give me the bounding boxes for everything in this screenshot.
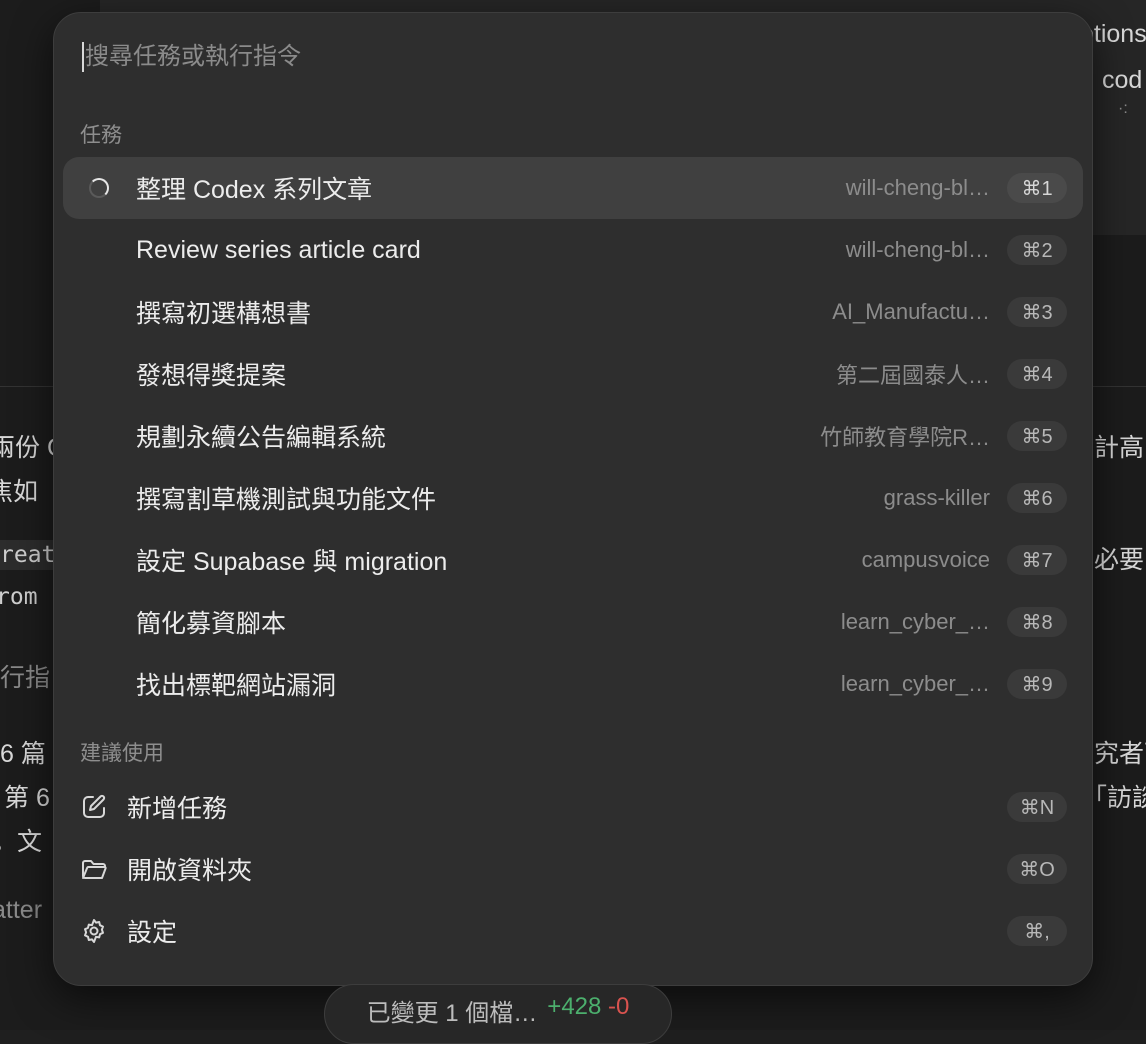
edit-icon: [80, 793, 108, 821]
shortcut-badge: ⌘4: [1007, 359, 1067, 389]
task-row[interactable]: 撰寫初選構想書 AI_Manufactu… ⌘3: [63, 281, 1083, 343]
suggestion-title: 新增任務: [127, 789, 227, 825]
shortcut-badge: ⌘9: [1007, 669, 1067, 699]
task-project: campusvoice: [862, 547, 990, 573]
shortcut-badge: ⌘3: [1007, 297, 1067, 327]
task-title: 規劃永續公告編輯系統: [136, 418, 386, 454]
task-title: 發想得獎提案: [136, 356, 286, 392]
task-project: 竹師教育學院R…: [820, 420, 990, 452]
task-row[interactable]: 規劃永續公告編輯系統 竹師教育學院R… ⌘5: [63, 405, 1083, 467]
search-input[interactable]: [85, 43, 1064, 71]
command-palette: 任務 整理 Codex 系列文章 will-cheng-bl… ⌘1 Revie…: [53, 12, 1093, 986]
task-project: grass-killer: [884, 485, 990, 511]
background-text: cod: [1102, 66, 1142, 95]
deletions-count: -0: [608, 993, 629, 1020]
task-title: 設定 Supabase 與 migration: [136, 542, 447, 578]
shortcut-badge: ⌘6: [1007, 483, 1067, 513]
shortcut-badge: ⌘2: [1007, 235, 1067, 265]
task-title: 撰寫初選構想書: [136, 294, 311, 330]
task-title: Review series article card: [136, 236, 421, 265]
task-title: 找出標靶網站漏洞: [136, 666, 336, 702]
folder-icon: [80, 855, 108, 883]
shortcut-badge: ⌘5: [1007, 421, 1067, 451]
open-folder-button[interactable]: 開啟資料夾 ⌘O: [63, 841, 1083, 897]
task-row[interactable]: 簡化募資腳本 learn_cyber_… ⌘8: [63, 591, 1083, 653]
task-row[interactable]: 設定 Supabase 與 migration campusvoice ⌘7: [63, 529, 1083, 591]
shortcut-badge: ⌘8: [1007, 607, 1067, 637]
settings-button[interactable]: 設定 ⌘,: [63, 903, 1083, 959]
task-title: 撰寫割草機測試與功能文件: [136, 480, 436, 516]
text-caret: [82, 42, 84, 72]
tasks-section-label: 任務: [80, 119, 122, 149]
changed-files-label: 已變更 1 個檔…: [367, 993, 538, 1028]
task-row[interactable]: 撰寫割草機測試與功能文件 grass-killer ⌘6: [63, 467, 1083, 529]
background-code: rom: [0, 584, 38, 610]
task-project: learn_cyber_…: [841, 609, 990, 635]
new-task-button[interactable]: 新增任務 ⌘N: [63, 779, 1083, 835]
task-row[interactable]: 發想得獎提案 第二屆國泰人… ⌘4: [63, 343, 1083, 405]
task-project: 第二屆國泰人…: [836, 358, 990, 390]
background-text: 第 6: [4, 778, 50, 814]
task-row[interactable]: 找出標靶網站漏洞 learn_cyber_… ⌘9: [63, 653, 1083, 715]
task-row[interactable]: Review series article card will-cheng-bl…: [63, 219, 1083, 281]
task-row[interactable]: 整理 Codex 系列文章 will-cheng-bl… ⌘1: [63, 157, 1083, 219]
background-text: 焦如: [0, 472, 38, 508]
suggestion-title: 開啟資料夾: [127, 851, 252, 887]
shortcut-badge: ⌘1: [1007, 173, 1067, 203]
background-text: 必要的: [1094, 540, 1146, 576]
background-text: 計高: [1094, 428, 1144, 464]
task-title: 簡化募資腳本: [136, 604, 286, 640]
task-project: learn_cyber_…: [841, 671, 990, 697]
gear-icon: [80, 917, 108, 945]
changed-files-pill[interactable]: 已變更 1 個檔… +428 -0: [324, 984, 672, 1044]
background-text: 6 篇: [0, 734, 46, 770]
background-code: reat: [0, 540, 59, 570]
background-text: 行指: [0, 658, 50, 694]
shortcut-badge: ⌘O: [1007, 854, 1067, 884]
suggestions-section-label: 建議使用: [80, 737, 164, 767]
shortcut-badge: ⌘N: [1007, 792, 1067, 822]
background-text: atter: [0, 896, 42, 925]
search-bar[interactable]: [82, 39, 1064, 75]
suggestion-title: 設定: [127, 913, 177, 949]
task-project: AI_Manufactu…: [832, 299, 990, 325]
background-text: ·:: [1118, 100, 1128, 118]
shortcut-badge: ⌘,: [1007, 916, 1067, 946]
background-text: 。文: [0, 822, 42, 858]
background-text: 究者可: [1094, 734, 1146, 770]
shortcut-badge: ⌘7: [1007, 545, 1067, 575]
task-project: will-cheng-bl…: [846, 175, 990, 201]
loading-spinner-icon: [89, 178, 109, 198]
task-title: 整理 Codex 系列文章: [136, 170, 372, 206]
task-project: will-cheng-bl…: [846, 237, 990, 263]
additions-count: +428: [547, 993, 601, 1020]
